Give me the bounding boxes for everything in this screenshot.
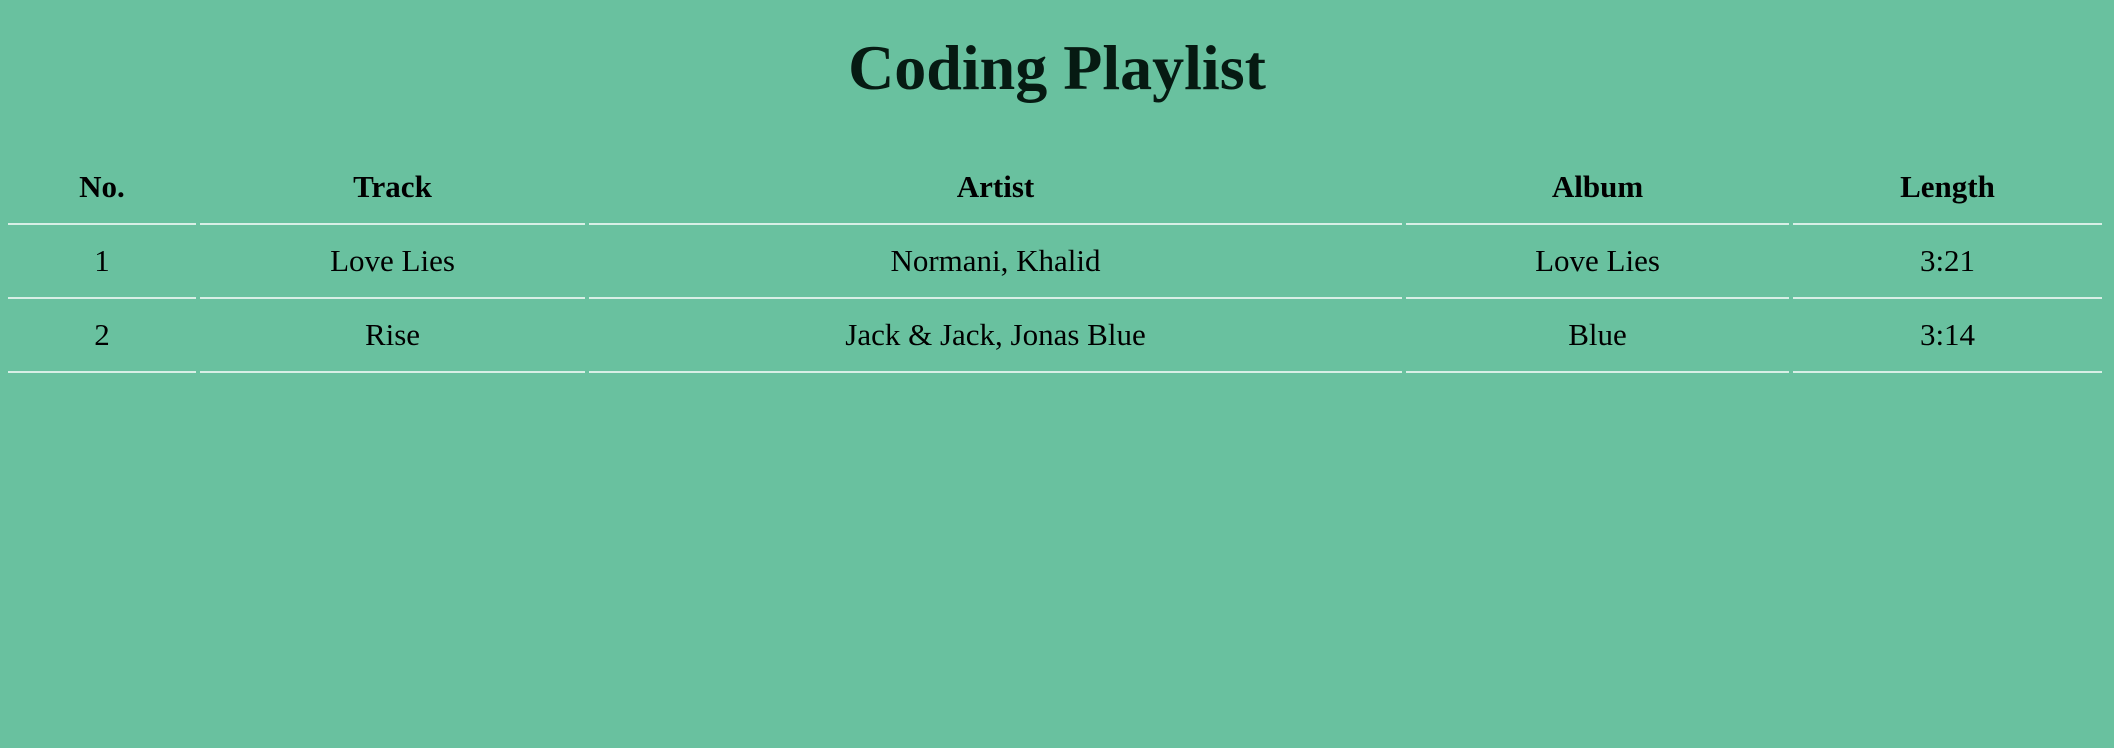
- header-artist: Artist: [589, 151, 1402, 225]
- header-number: No.: [8, 151, 196, 225]
- track-number-cell: 2: [8, 299, 196, 373]
- track-number-cell: 1: [8, 225, 196, 299]
- track-name-cell: Rise: [200, 299, 585, 373]
- artist-cell: Normani, Khalid: [589, 225, 1402, 299]
- table-row: 1 Love Lies Normani, Khalid Love Lies 3:…: [8, 225, 2102, 299]
- table-row: 2 Rise Jack & Jack, Jonas Blue Blue 3:14: [8, 299, 2102, 373]
- header-track: Track: [200, 151, 585, 225]
- album-cell: Blue: [1406, 299, 1789, 373]
- length-cell: 3:14: [1793, 299, 2102, 373]
- page-title: Coding Playlist: [848, 32, 1266, 103]
- playlist-table: No. Track Artist Album Length 1 Love Lie…: [4, 151, 2106, 373]
- track-name-cell: Love Lies: [200, 225, 585, 299]
- artist-cell: Jack & Jack, Jonas Blue: [589, 299, 1402, 373]
- album-cell: Love Lies: [1406, 225, 1789, 299]
- table-header-row: No. Track Artist Album Length: [8, 151, 2102, 225]
- header-length: Length: [1793, 151, 2102, 225]
- length-cell: 3:21: [1793, 225, 2102, 299]
- header-album: Album: [1406, 151, 1789, 225]
